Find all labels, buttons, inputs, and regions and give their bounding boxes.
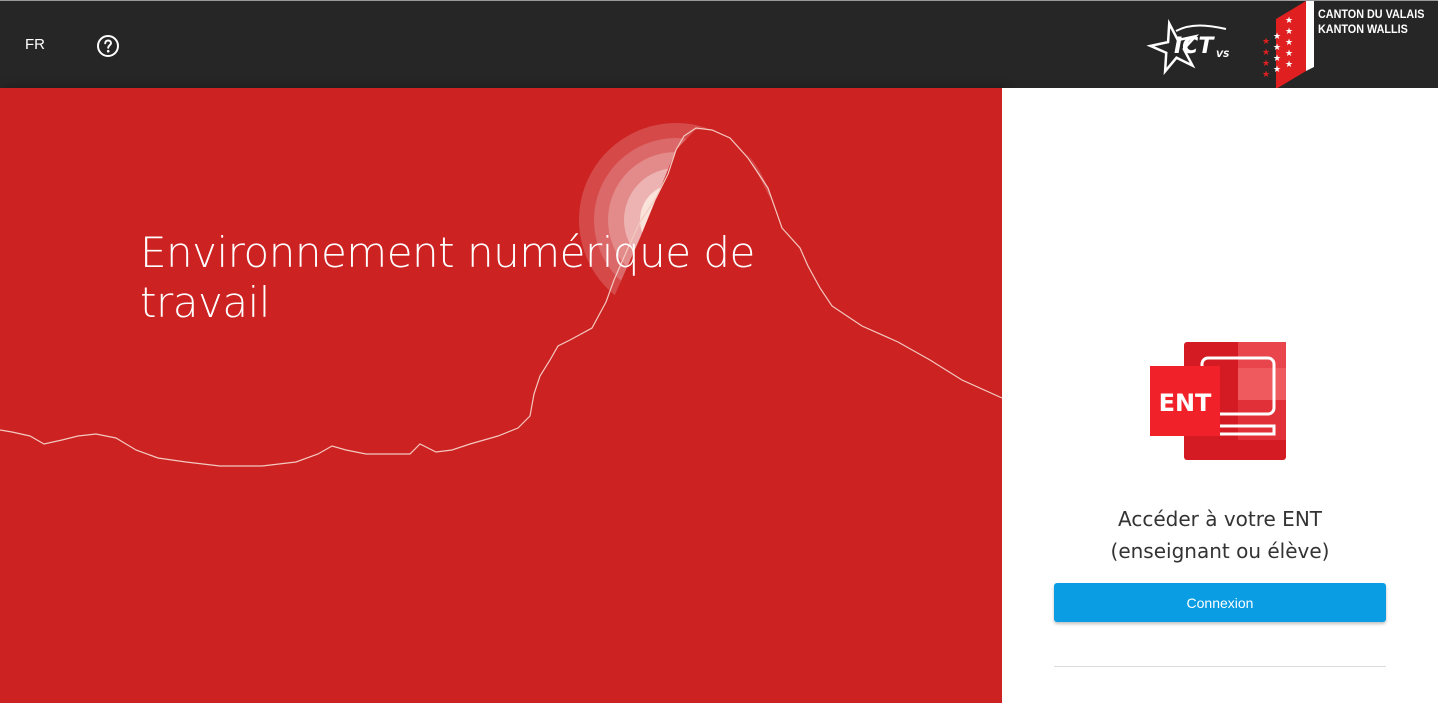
divider [1054, 666, 1386, 667]
svg-text:★: ★ [1262, 36, 1270, 46]
svg-text:★: ★ [1285, 26, 1293, 36]
ict-logo-sub: VS [1216, 50, 1229, 60]
svg-text:★: ★ [1285, 48, 1293, 58]
access-description: Accéder à votre ENT (enseignant ou élève… [1054, 503, 1386, 567]
svg-text:★: ★ [1273, 42, 1281, 52]
ent-icon-label: ENT [1159, 389, 1212, 417]
matterhorn-illustration [0, 123, 1002, 703]
access-line2: (enseignant ou élève) [1110, 539, 1330, 563]
svg-text:★: ★ [1273, 31, 1281, 41]
ent-app-icon: ENT [1150, 342, 1286, 460]
page-title-line2: travail [140, 278, 270, 327]
canton-name: CANTON DU VALAIS KANTON WALLIS [1318, 7, 1424, 37]
canton-name-fr: CANTON DU VALAIS [1318, 7, 1425, 21]
access-line1: Accéder à votre ENT [1118, 507, 1322, 531]
language-selector[interactable]: FR [25, 36, 45, 53]
svg-text:★: ★ [1262, 58, 1270, 68]
ict-logo-text: ICT [1174, 34, 1215, 59]
ict-vs-logo: ICT VS [1146, 18, 1229, 76]
svg-text:★: ★ [1285, 59, 1293, 69]
page-title-line1: Environnement numérique de [140, 228, 755, 277]
connexion-button[interactable]: Connexion [1054, 583, 1386, 622]
svg-text:★: ★ [1262, 47, 1270, 57]
svg-text:★: ★ [1285, 15, 1293, 25]
top-bar: FR ICT VS ★ ★ ★ ★ ★ ★ ★ ★ ★ ★ ★ ★ ★ CANT… [0, 0, 1438, 89]
help-circle-icon[interactable] [96, 34, 120, 58]
svg-text:★: ★ [1273, 64, 1281, 74]
page-title: Environnement numérique de travail [140, 228, 840, 328]
canton-name-de: KANTON WALLIS [1318, 22, 1408, 36]
svg-text:★: ★ [1285, 37, 1293, 47]
hero-banner: Environnement numérique de travail [0, 88, 1002, 703]
svg-text:★: ★ [1273, 53, 1281, 63]
svg-text:★: ★ [1262, 69, 1270, 79]
